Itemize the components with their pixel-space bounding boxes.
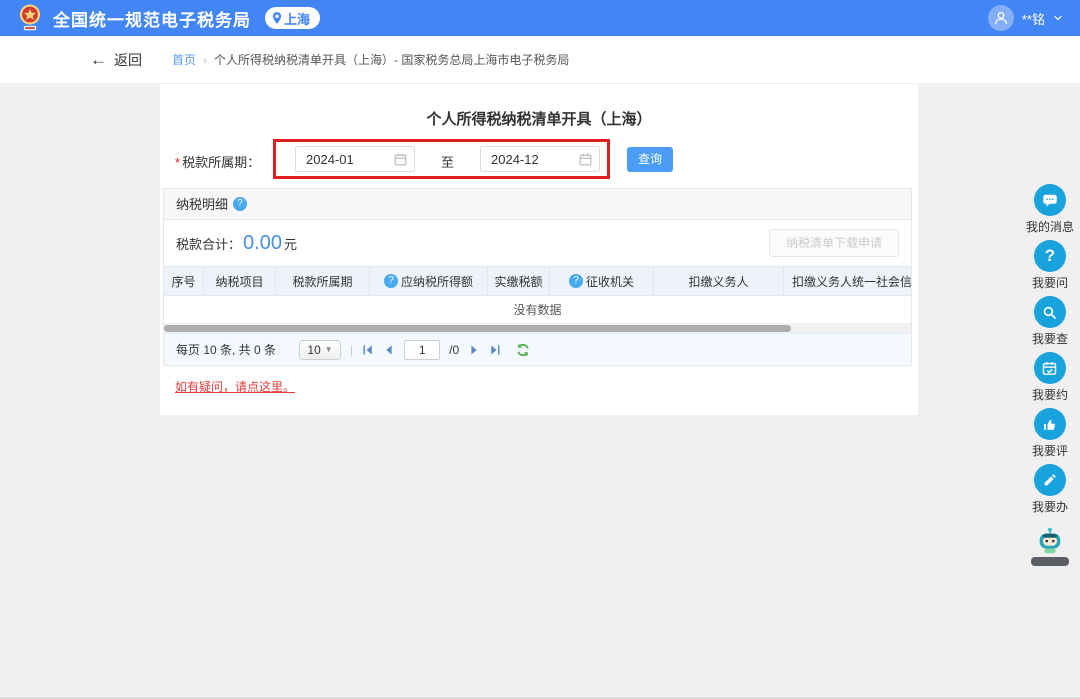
section-header: 纳税明细 ?	[164, 189, 911, 220]
search-icon	[1034, 296, 1066, 328]
page-title: 个人所得税纳税清单开具（上海）	[160, 108, 918, 129]
back-label: 返回	[114, 50, 142, 70]
col-header-tax-item: 纳税项目	[204, 267, 276, 295]
sidebar-item-handle[interactable]: 我要办	[1032, 464, 1068, 515]
main-panel: 个人所得税纳税清单开具（上海） *税款所属期： 至	[160, 84, 918, 415]
first-page-button[interactable]	[362, 344, 374, 356]
download-request-button[interactable]: 纳税清单下载申请	[769, 229, 899, 257]
col-header-agent-credit-code: 扣缴义务人统一社会信用码	[784, 267, 911, 295]
period-to-input-wrap	[480, 146, 600, 172]
period-field-label: *税款所属期：	[175, 152, 260, 171]
col-header-period: 税款所属期	[276, 267, 370, 295]
page-size-value: 10	[307, 343, 320, 357]
back-arrow-icon: ←	[90, 51, 107, 68]
to-separator-label: 至	[441, 152, 454, 171]
table-header-row: 序号 纳税项目 税款所属期 ?应纳税所得额 实缴税额 ?征收机关 扣缴义务人 扣…	[164, 266, 911, 296]
region-label: 上海	[284, 9, 310, 28]
breadcrumb-current: 个人所得税纳税清单开具（上海）- 国家税务总局上海市电子税务局	[214, 51, 569, 68]
app-title: 全国统一规范电子税务局	[53, 6, 251, 31]
pagination-summary: 每页 10 条, 共 0 条	[176, 341, 276, 358]
col-header-collecting-authority: ?征收机关	[550, 267, 654, 295]
page: 全国统一规范电子税务局 上海 **铭 ← 返回 首页 ›	[0, 0, 1080, 699]
total-label: 税款合计：	[176, 237, 241, 252]
breadcrumb-separator: ›	[203, 53, 207, 67]
mascot-label	[1031, 557, 1069, 566]
required-mark: *	[175, 155, 180, 170]
back-button[interactable]: ← 返回	[90, 50, 142, 70]
person-icon	[992, 9, 1010, 27]
region-selector[interactable]: 上海	[265, 7, 320, 29]
col-header-withholding-agent: 扣缴义务人	[654, 267, 784, 295]
last-page-button[interactable]	[489, 344, 501, 356]
sidebar-item-rate[interactable]: 我要评	[1032, 408, 1068, 459]
user-avatar[interactable]	[988, 5, 1014, 31]
next-page-button[interactable]	[468, 344, 480, 356]
top-bar: 全国统一规范电子税务局 上海 **铭	[0, 0, 1080, 36]
question-icon: ?	[1034, 240, 1066, 272]
prev-page-button[interactable]	[383, 344, 395, 356]
scrollbar-thumb[interactable]	[164, 325, 791, 332]
page-size-select[interactable]: 10 ▼	[299, 340, 341, 360]
tax-bureau-emblem-icon	[16, 3, 44, 33]
message-icon	[1034, 184, 1066, 216]
breadcrumb-home-link[interactable]: 首页	[172, 51, 196, 68]
sidebar-item-my-messages[interactable]: 我的消息	[1026, 184, 1074, 235]
help-icon[interactable]: ?	[233, 197, 247, 211]
edit-icon	[1034, 464, 1066, 496]
calendar-icon[interactable]	[578, 152, 593, 167]
assistant-mascot[interactable]	[1031, 526, 1069, 566]
mascot-icon	[1035, 526, 1065, 556]
refresh-icon	[516, 343, 530, 357]
sidebar-item-search[interactable]: 我要查	[1032, 296, 1068, 347]
rate-icon	[1034, 408, 1066, 440]
help-icon[interactable]: ?	[384, 274, 398, 288]
pagination-divider: |	[350, 343, 353, 357]
refresh-button[interactable]	[516, 343, 530, 357]
period-to-input[interactable]	[481, 152, 569, 167]
period-from-input-wrap	[295, 146, 415, 172]
total-pages-label: /0	[449, 343, 459, 357]
query-button[interactable]: 查询	[627, 147, 673, 172]
empty-data-message: 没有数据	[164, 296, 911, 324]
col-header-seq: 序号	[164, 267, 204, 295]
location-pin-icon	[270, 11, 284, 25]
user-menu-toggle[interactable]	[1052, 12, 1064, 24]
sidebar-item-appointment[interactable]: 我要约	[1032, 352, 1068, 403]
caret-down-icon: ▼	[325, 345, 333, 354]
col-header-paid-tax: 实缴税额	[488, 267, 550, 295]
user-name[interactable]: **铭	[1022, 9, 1045, 28]
pagination-bar: 每页 10 条, 共 0 条 10 ▼ | /0	[164, 333, 911, 365]
tax-detail-section: 纳税明细 ? 税款合计：0.00元 纳税清单下载申请 序号 纳税项目 税款所属期…	[163, 188, 912, 366]
side-toolbar: 我的消息 ? 我要问 我要查 我要约 我要评	[1023, 184, 1077, 566]
calendar-icon[interactable]	[393, 152, 408, 167]
help-icon[interactable]: ?	[569, 274, 583, 288]
col-header-taxable-income: ?应纳税所得额	[370, 267, 488, 295]
horizontal-scrollbar	[164, 324, 911, 333]
total-amount: 税款合计：0.00元	[176, 232, 297, 255]
total-unit: 元	[284, 237, 297, 252]
sidebar-item-ask[interactable]: ? 我要问	[1032, 240, 1068, 291]
total-value: 0.00	[243, 232, 282, 254]
total-row: 税款合计：0.00元 纳税清单下载申请	[164, 220, 911, 266]
section-title: 纳税明细	[176, 189, 228, 220]
period-from-input[interactable]	[296, 152, 384, 167]
breadcrumb-bar: ← 返回 首页 › 个人所得税纳税清单开具（上海）- 国家税务总局上海市电子税务…	[0, 36, 1080, 84]
page-number-input[interactable]	[404, 340, 440, 360]
question-help-link[interactable]: 如有疑问，请点这里。	[175, 378, 295, 395]
chevron-down-icon	[1052, 12, 1064, 24]
calendar-icon	[1034, 352, 1066, 384]
